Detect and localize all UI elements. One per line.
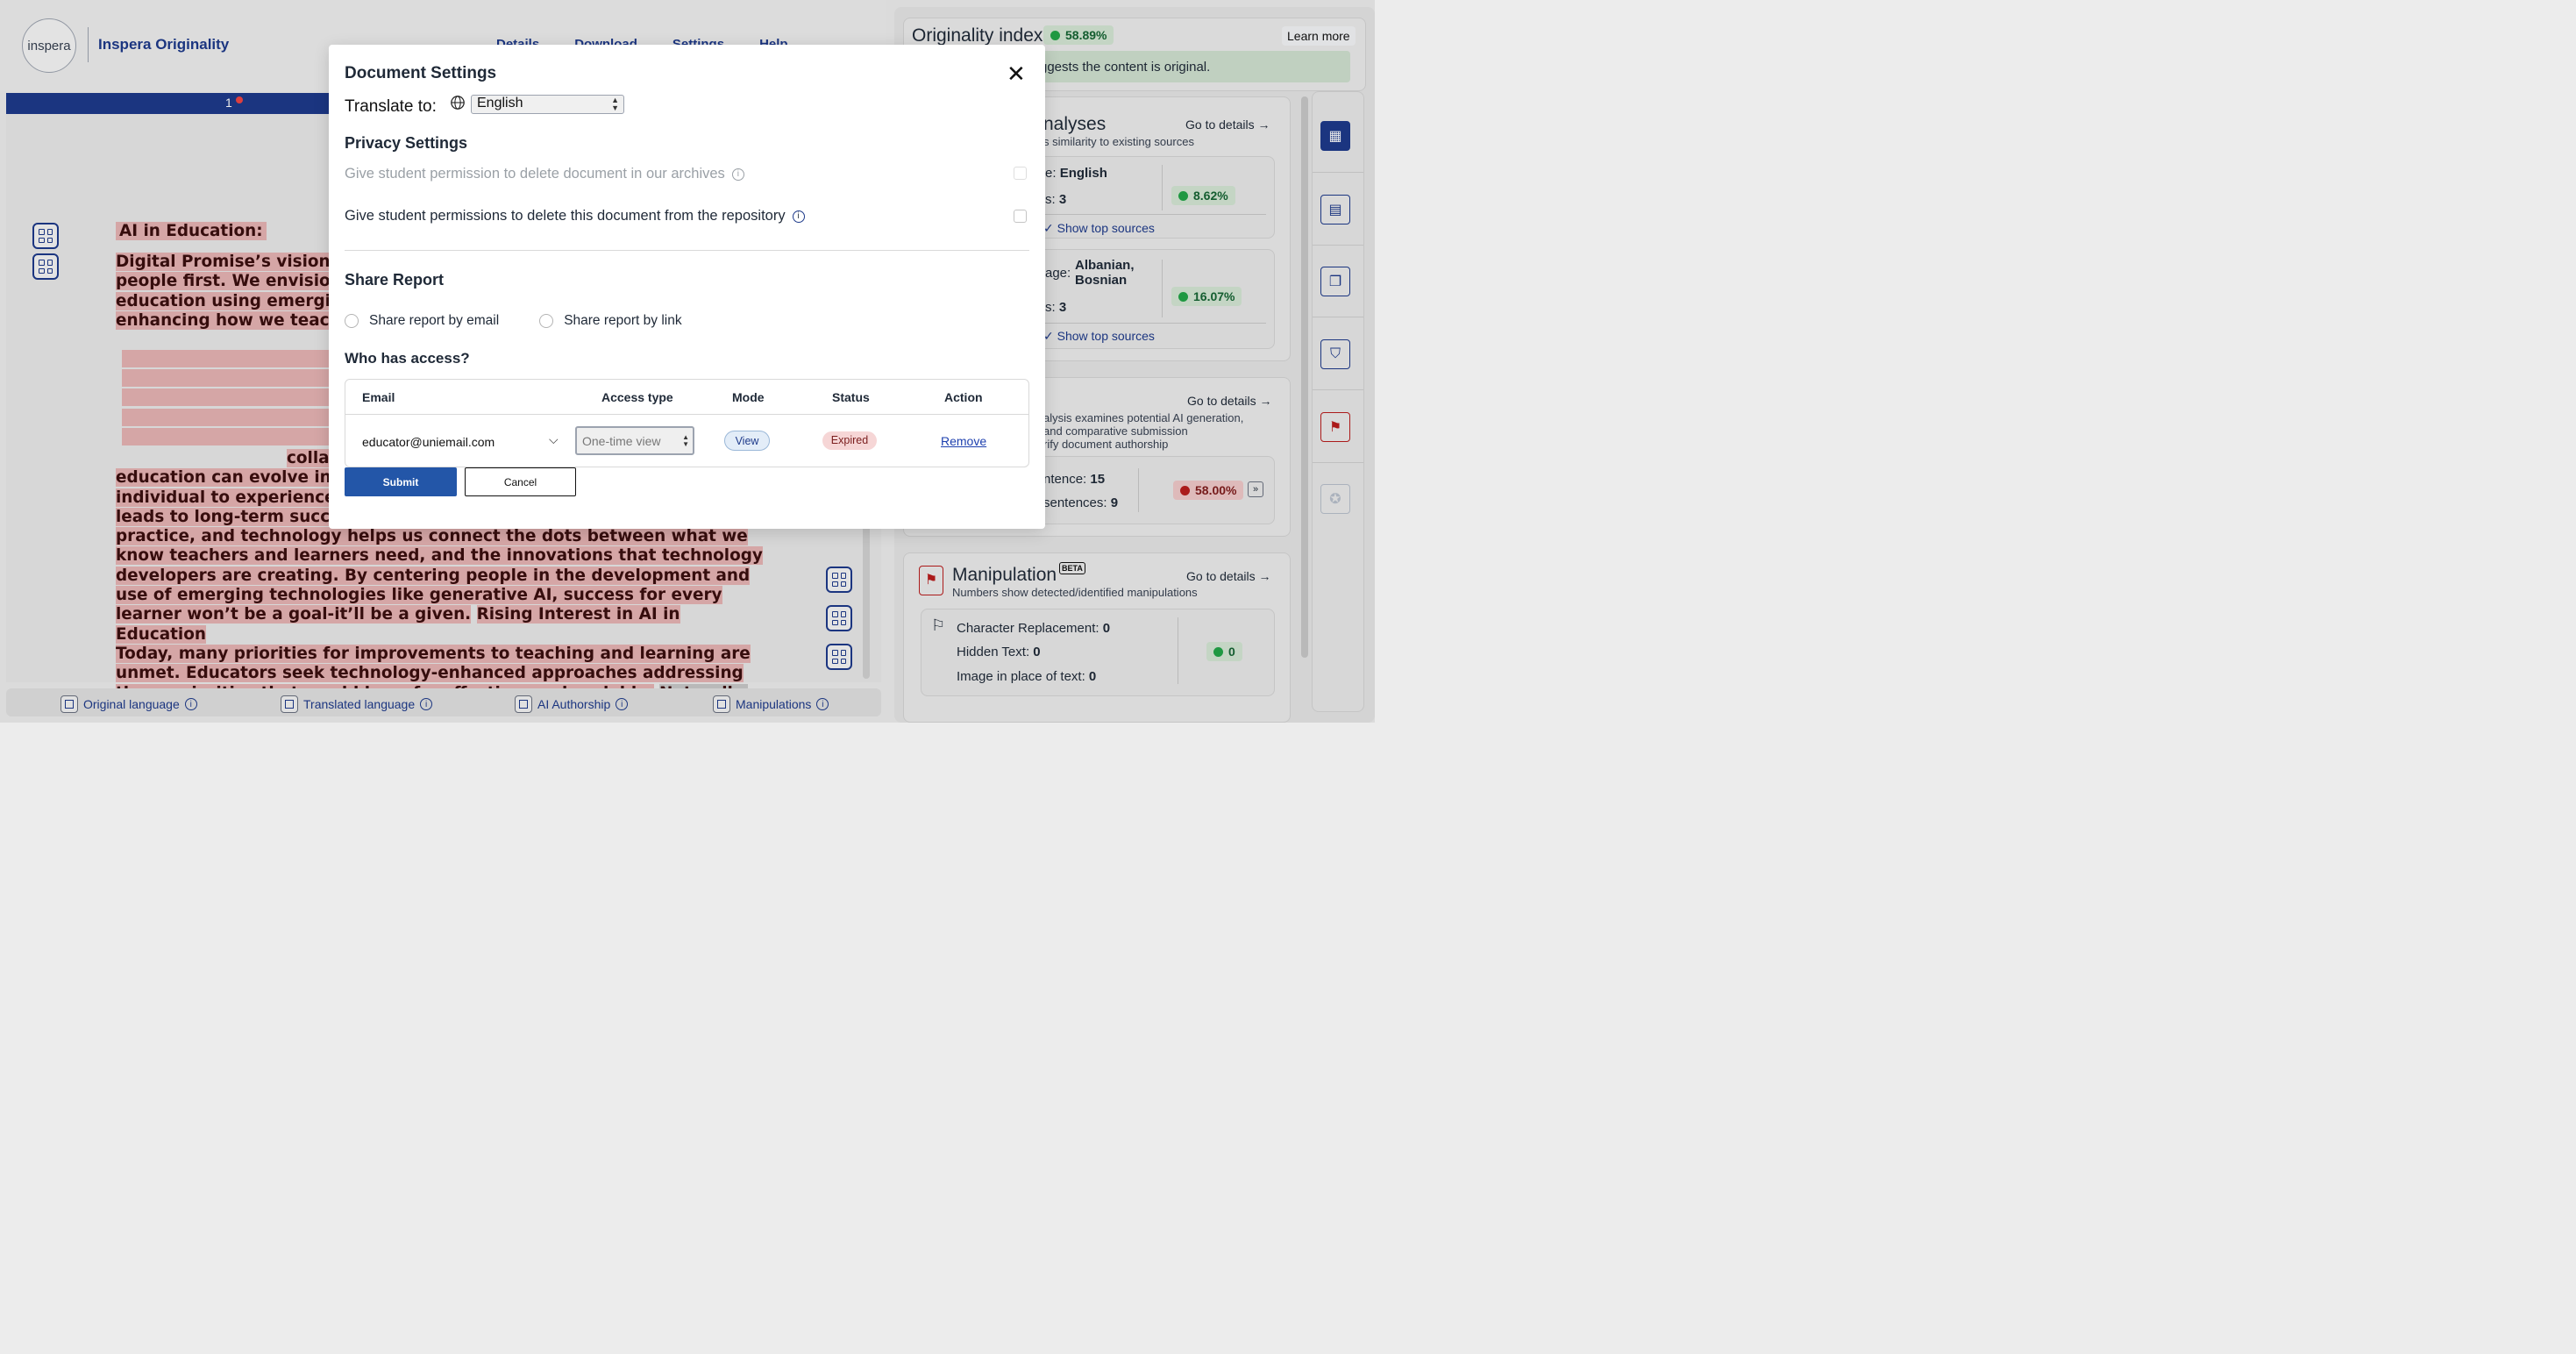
document-settings-modal: Document Settings ✕ Translate to: Englis… xyxy=(329,45,1045,529)
mode-badge: View xyxy=(724,431,770,451)
chevron-down-icon[interactable]: ⌵ xyxy=(549,432,559,447)
translate-select[interactable]: English ▲ ▼ xyxy=(471,95,624,114)
share-by-link-label: Share report by link xyxy=(564,313,682,328)
column-header-access-type: Access type xyxy=(601,390,673,404)
access-type-value: One-time view xyxy=(582,434,661,448)
share-by-email-radio[interactable]: Share report by email xyxy=(345,313,499,329)
access-type-select[interactable]: One-time view ▲ ▼ xyxy=(575,426,694,455)
modal-title: Document Settings xyxy=(345,64,497,82)
globe-icon xyxy=(451,96,465,110)
radio-circle[interactable] xyxy=(539,314,554,328)
share-by-link-radio[interactable]: Share report by link xyxy=(539,313,682,329)
permission-archives-checkbox[interactable] xyxy=(1014,167,1027,180)
share-report-heading: Share Report xyxy=(345,271,445,289)
status-badge: Expired xyxy=(822,431,877,450)
select-arrows-icon: ▲ ▼ xyxy=(611,96,619,112)
cancel-button[interactable]: Cancel xyxy=(465,467,576,496)
column-header-mode: Mode xyxy=(732,390,765,404)
share-options: Share report by email Share report by li… xyxy=(345,313,682,329)
permission-repository-checkbox[interactable] xyxy=(1014,210,1027,223)
info-icon[interactable]: i xyxy=(731,167,744,181)
submit-button[interactable]: Submit xyxy=(345,467,457,496)
access-table: Email Access type Mode Status Action edu… xyxy=(345,379,1029,467)
share-by-email-label: Share report by email xyxy=(369,313,500,328)
modal-divider xyxy=(345,250,1029,251)
translate-label: Translate to: xyxy=(345,97,437,116)
radio-circle[interactable] xyxy=(345,314,359,328)
permission-repository-label: Give student permissions to delete this … xyxy=(345,208,786,224)
permission-repository: Give student permissions to delete this … xyxy=(345,208,805,224)
permission-archives: Give student permission to delete docume… xyxy=(345,166,744,182)
column-header-email: Email xyxy=(362,390,395,404)
translate-select-value: English xyxy=(477,96,523,110)
privacy-heading: Privacy Settings xyxy=(345,134,468,152)
remove-link[interactable]: Remove xyxy=(941,434,986,448)
column-header-status: Status xyxy=(832,390,870,404)
email-select-value[interactable]: educator@uniemail.com xyxy=(362,435,495,449)
column-header-action: Action xyxy=(944,390,983,404)
who-has-access-heading: Who has access? xyxy=(345,350,470,367)
close-icon[interactable]: ✕ xyxy=(1007,62,1026,85)
table-header-divider xyxy=(345,414,1028,415)
info-icon[interactable]: i xyxy=(792,210,805,223)
select-arrows-icon: ▲ ▼ xyxy=(682,433,689,448)
permission-archives-label: Give student permission to delete docume… xyxy=(345,166,725,182)
